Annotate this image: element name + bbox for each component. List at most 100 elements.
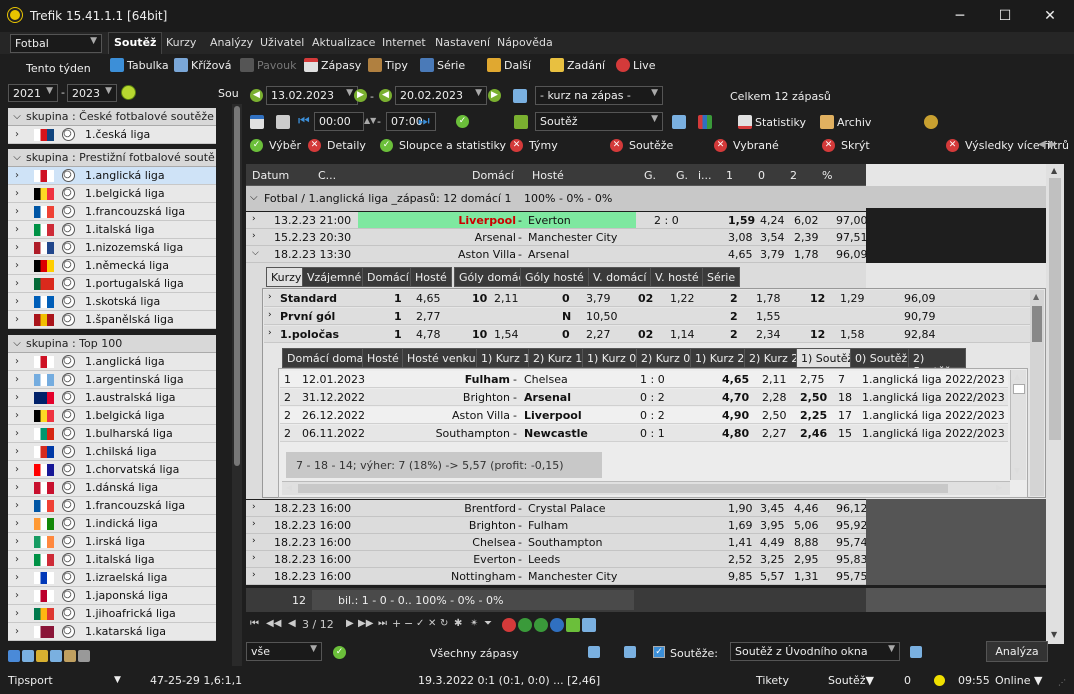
chevron-right-icon[interactable]: › [8, 428, 26, 439]
league-item[interactable]: › 1.irská liga [8, 533, 216, 551]
chevron-right-icon[interactable]: › [8, 608, 26, 619]
maximize-button[interactable]: ☐ [990, 6, 1020, 26]
menu-soutez[interactable]: Soutěž [108, 32, 163, 54]
tipy-button[interactable]: Tipy [368, 58, 408, 72]
collapse-icon[interactable]: ⌵ [8, 338, 26, 349]
next-page-fast-icon[interactable]: ▶▶ [358, 618, 373, 629]
close-button[interactable]: ✕ [1035, 6, 1065, 26]
table-row[interactable]: › 15.2.23 20:30 Arsenal - Manchester City 3,0… [246, 229, 868, 246]
check-box-icon[interactable] [566, 618, 580, 632]
calendar-icon[interactable] [250, 115, 264, 129]
league-item[interactable]: › 1.izraelská liga [8, 569, 216, 587]
table-row[interactable]: › 13.2.23 21:00 Liverpool - Everton 2 : 0 1,59… [246, 212, 868, 229]
view-tab[interactable]: ✕ Soutěže [610, 139, 673, 152]
chevron-right-icon[interactable]: › [8, 374, 26, 385]
minimize-button[interactable]: ─ [945, 6, 975, 26]
list-icon[interactable] [50, 650, 62, 662]
mark-icon[interactable]: ✴ [470, 618, 478, 629]
chevron-right-icon[interactable]: › [252, 536, 256, 546]
league-item[interactable]: › 1.bulharská liga [8, 425, 216, 443]
skip-back-icon[interactable]: ⏮ [298, 114, 310, 129]
collapse-icon[interactable]: ⌵ [8, 111, 26, 122]
league-item[interactable]: › 1.katarská liga [8, 623, 216, 641]
status-sport[interactable]: Tipsport [8, 674, 53, 687]
chevron-right-icon[interactable]: › [8, 626, 26, 637]
zapasy-button[interactable]: Zápasy [304, 58, 361, 72]
settings-icon[interactable] [672, 115, 686, 129]
inner-tab[interactable]: 1) Kurz 1 [476, 348, 536, 368]
table-row[interactable]: ⌵ 18.2.23 13:30 Aston Villa - Arsenal 4,65 3,7… [246, 246, 868, 263]
league-item[interactable]: › 1.anglická liga [8, 353, 216, 371]
detail-tab[interactable]: Góly hosté [520, 267, 589, 287]
date-prev-icon[interactable]: ◀ [250, 89, 263, 102]
inner-tab[interactable]: 2) Soutěž [908, 348, 966, 378]
league-item[interactable]: › 1.nizozemská liga [8, 239, 216, 257]
export-icon[interactable] [910, 646, 922, 658]
dalsi-button[interactable]: Další [487, 58, 531, 72]
accept-icon[interactable]: ✓ [416, 618, 424, 629]
view-tab[interactable]: ✓ Výběr [250, 139, 301, 152]
odds-row[interactable]: › 1.poločas 1 4,78 10 1,54 0 2,27 02 1,14 2 2,34 12 1… [264, 326, 1030, 343]
inner-tab[interactable]: 2) Kurz 0 [636, 348, 696, 368]
chevron-right-icon[interactable]: › [252, 553, 256, 563]
grid-group-row[interactable]: ⌵ Fotbal / 1.anglická liga _zápasů: 12 d… [246, 186, 866, 211]
collapse-icon[interactable]: ⌵ [8, 152, 26, 163]
chevron-right-icon[interactable]: › [8, 518, 26, 529]
detail-tab[interactable]: V. domácí [588, 267, 652, 287]
tabulka-button[interactable]: Tabulka [110, 58, 169, 72]
league-item[interactable]: › 1.skotská liga [8, 293, 216, 311]
go-icon[interactable] [518, 618, 532, 632]
chevron-right-icon[interactable]: › [8, 392, 26, 403]
inner-tab[interactable]: 2) Kurz 2 [744, 348, 804, 368]
tikety-button[interactable]: Tikety [756, 674, 789, 687]
sport-select[interactable]: Fotbal ▼ [10, 34, 102, 53]
chevron-right-icon[interactable]: › [8, 500, 26, 511]
resize-grip-icon[interactable]: ⋰ [1058, 678, 1066, 687]
expand-icon[interactable] [276, 115, 290, 129]
league-item[interactable]: › 1.australská liga [8, 389, 216, 407]
col-2[interactable]: 2 [790, 169, 797, 182]
chevron-right-icon[interactable]: › [8, 314, 26, 325]
import-icon[interactable] [588, 646, 600, 658]
table-row[interactable]: › 18.2.23 16:00 Nottingham - Manchester City… [246, 568, 868, 585]
week-label[interactable]: Tento týden [26, 62, 91, 75]
record-icon[interactable] [502, 618, 516, 632]
menu-napoveda[interactable]: Nápověda [497, 36, 553, 49]
live-button[interactable]: Live [616, 58, 655, 72]
chevron-right-icon[interactable]: › [252, 502, 256, 512]
menu-analyzy[interactable]: Analýzy [210, 36, 253, 49]
transfer-icon[interactable] [513, 89, 527, 103]
scroll-arrows-icon[interactable]: ◀ ▶ [1038, 139, 1057, 150]
col-i[interactable]: i... [698, 169, 712, 182]
inner-tab[interactable]: Hosté venku [402, 348, 481, 368]
col-0[interactable]: 0 [758, 169, 765, 182]
h2h-hscroll[interactable]: ◀ ▶ [282, 481, 1010, 495]
inner-tab[interactable]: Hosté [362, 348, 404, 368]
gear-icon[interactable] [550, 618, 564, 632]
inner-tab[interactable]: 2) Kurz 1 [528, 348, 588, 368]
chevron-right-icon[interactable]: › [268, 310, 272, 320]
detail-tab[interactable]: Kurzy [266, 267, 307, 287]
cancel-icon[interactable]: ✕ [428, 618, 436, 629]
filter-icon[interactable] [8, 650, 20, 662]
filter-all-select[interactable]: vše ▼ [246, 642, 322, 661]
chevron-right-icon[interactable]: › [8, 446, 26, 457]
col-datum[interactable]: Datum [252, 169, 289, 182]
league-item[interactable]: › 1.italská liga [8, 551, 216, 569]
refresh-green-icon[interactable] [534, 618, 548, 632]
chevron-right-icon[interactable]: › [8, 188, 26, 199]
league-item[interactable]: › 1.italská liga [8, 221, 216, 239]
league-item[interactable]: › 1.dánská liga [8, 479, 216, 497]
menu-internet[interactable]: Internet [382, 36, 426, 49]
chevron-right-icon[interactable]: › [8, 129, 26, 140]
menu-uzivatel[interactable]: Uživatel [260, 36, 304, 49]
serie-button[interactable]: Série [420, 58, 465, 72]
h2h-row[interactable]: 2 31.12.2022 Brighton - Arsenal 0 : 2 4,70 2,28… [280, 389, 1008, 406]
league-item[interactable]: › 1.chilská liga [8, 443, 216, 461]
col-hoste[interactable]: Hosté [532, 169, 564, 182]
league-item[interactable]: › 1.argentinská liga [8, 371, 216, 389]
league-item[interactable]: › 1.belgická liga [8, 407, 216, 425]
apply-filter-icon[interactable]: ✓ [333, 646, 346, 659]
soutez-select[interactable]: Soutěž ▼ [535, 112, 663, 131]
souteze-checkbox[interactable]: ✓ [653, 646, 665, 658]
